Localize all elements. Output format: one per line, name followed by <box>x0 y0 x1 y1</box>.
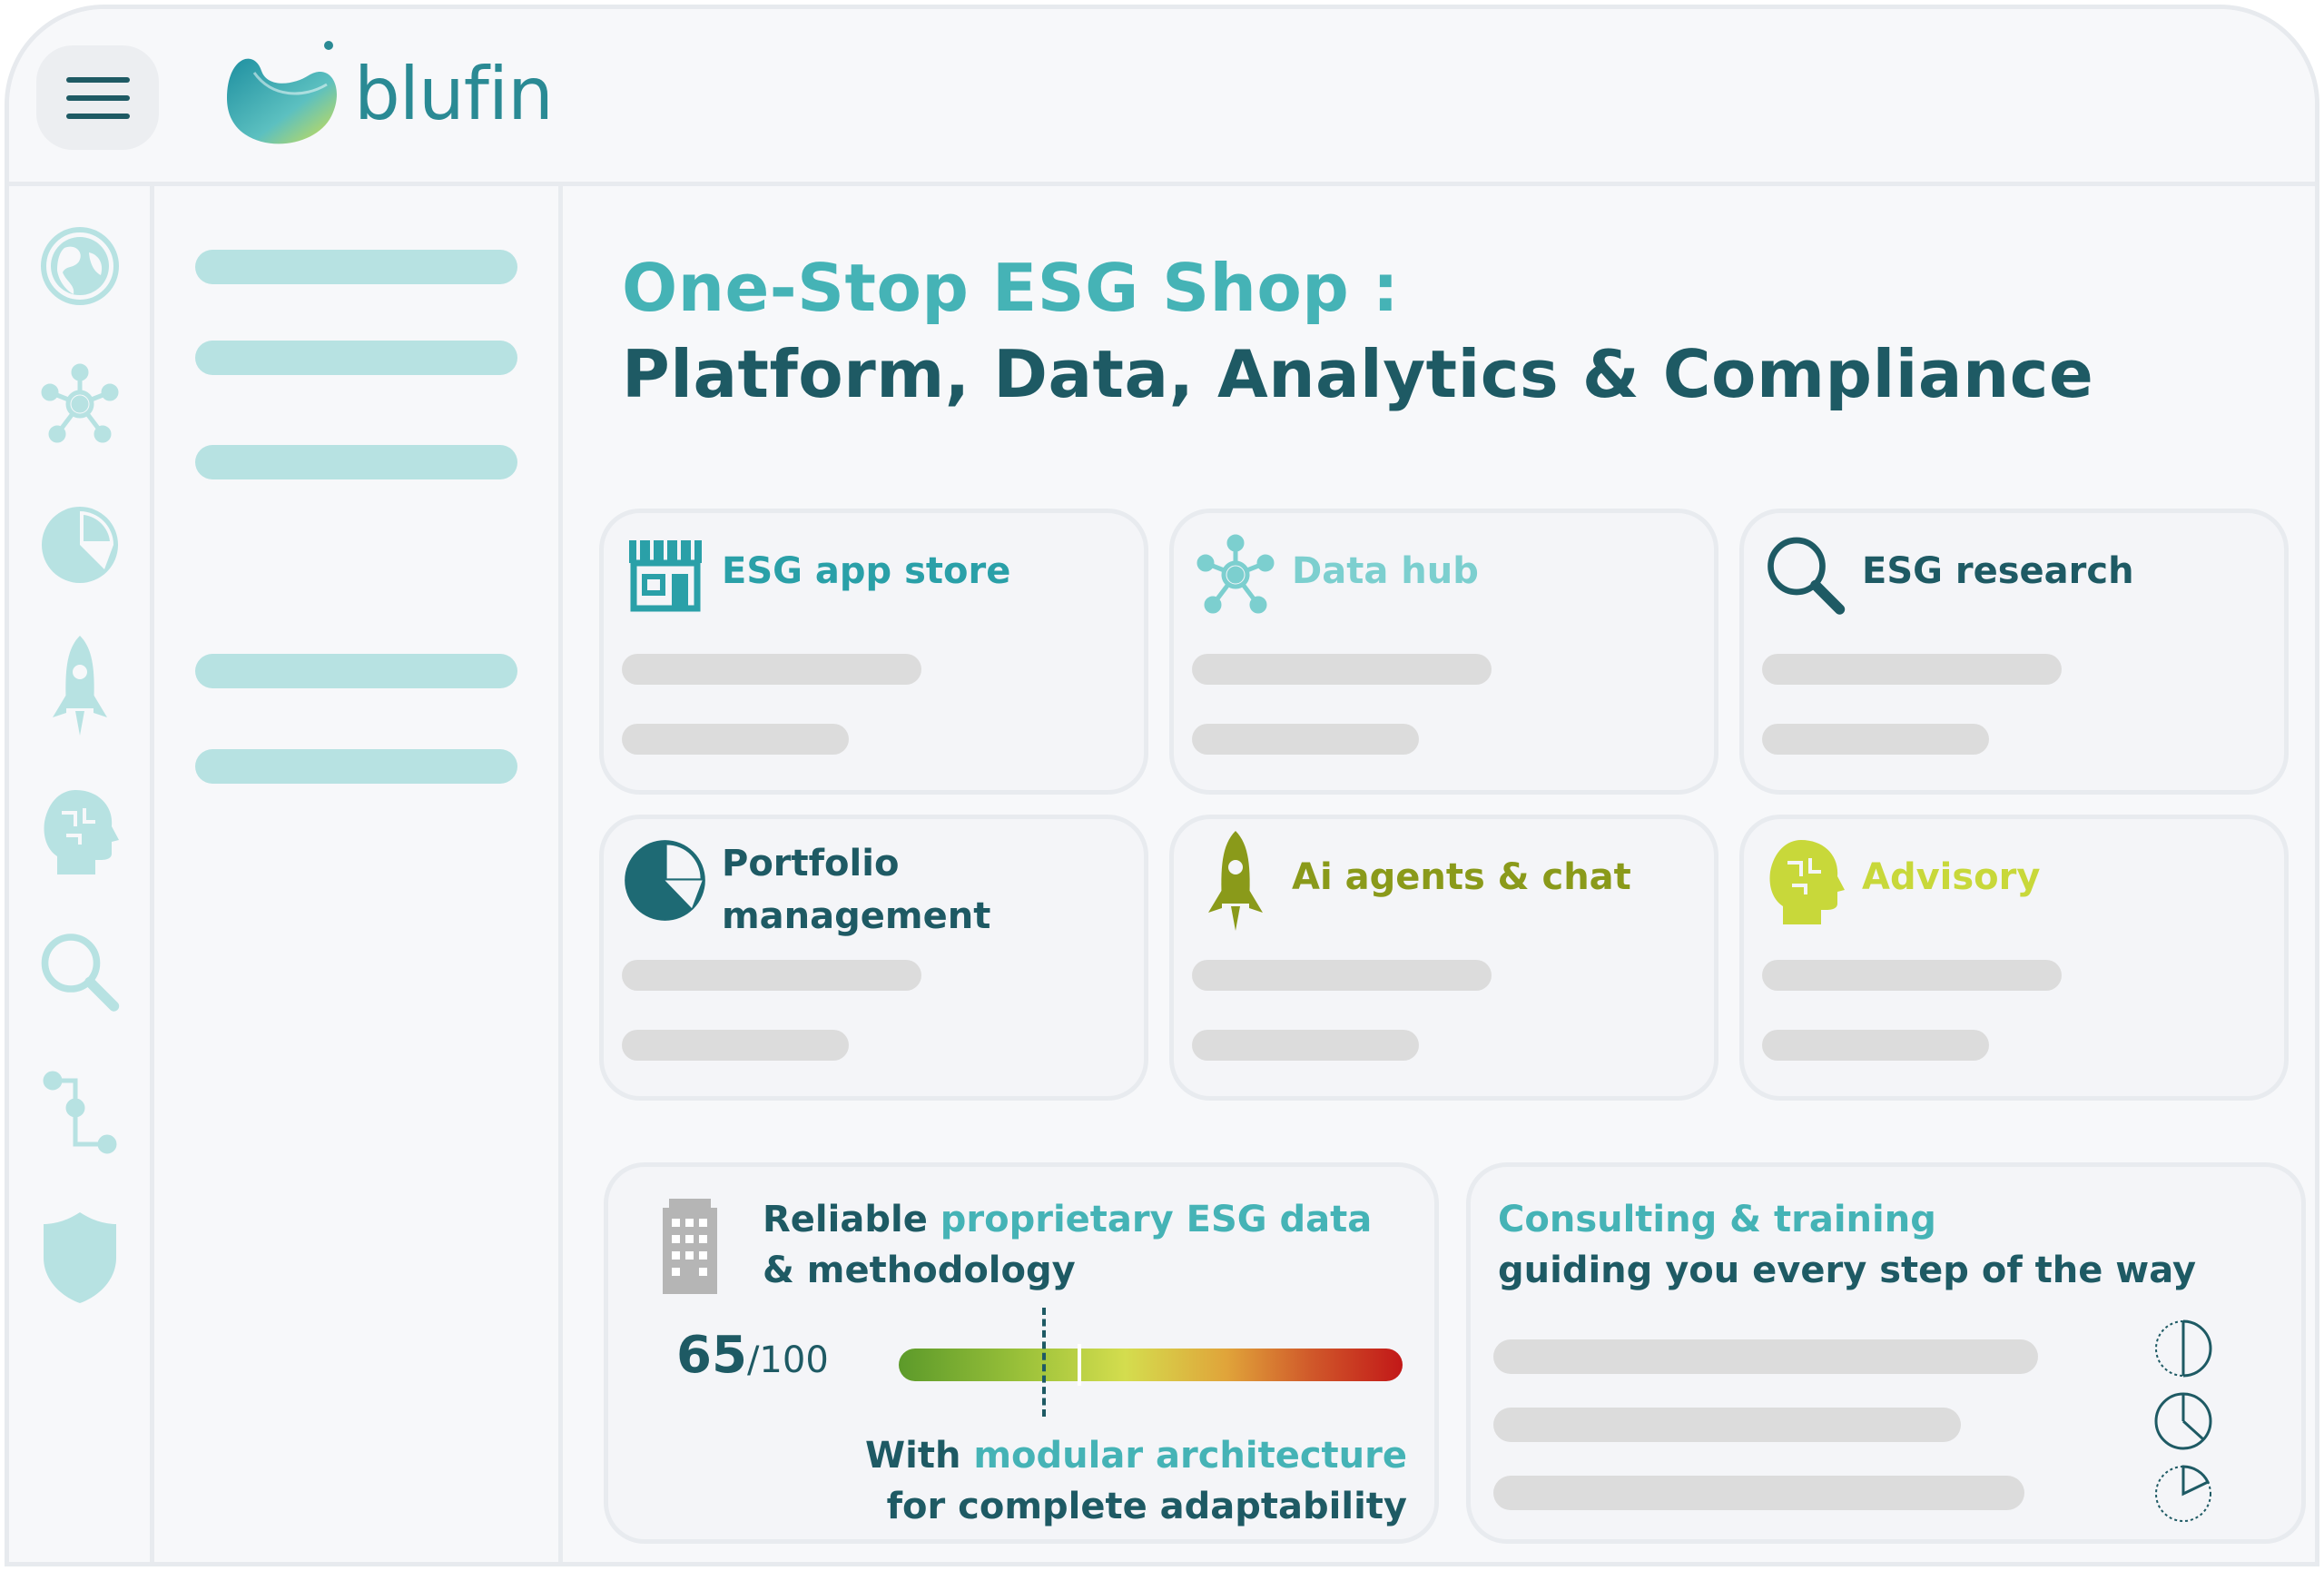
card-title: Advisory <box>1862 856 2041 898</box>
hamburger-icon-line <box>65 113 130 119</box>
placeholder-line <box>1192 960 1492 991</box>
placeholder-line <box>1762 724 1989 755</box>
card-ai-agents-chat[interactable]: Ai agents & chat <box>1169 815 1718 1101</box>
placeholder-line <box>622 654 921 685</box>
brain-head-icon <box>1762 837 1848 924</box>
logo[interactable]: blufin <box>218 35 554 153</box>
panel-title-line2: & methodology <box>763 1250 1076 1291</box>
quarter-timer-icon <box>2152 1389 2215 1457</box>
panel-title-part2: proprietary ESG data <box>940 1199 1373 1240</box>
page-title-line2: Platform, Data, Analytics & Compliance <box>622 336 2094 412</box>
card-data-hub[interactable]: Data hub <box>1169 509 1718 795</box>
sidebar-item-placeholder[interactable] <box>195 341 517 375</box>
half-timer-icon <box>2152 1317 2215 1384</box>
top-bar: blufin <box>9 9 2315 186</box>
search-icon[interactable] <box>36 926 123 1017</box>
card-title: ESG research <box>1862 550 2134 592</box>
flow-icon[interactable] <box>36 1067 123 1158</box>
card-title-line2: management <box>722 895 991 937</box>
placeholder-line <box>1192 654 1492 685</box>
footer-line2: for complete adaptability <box>886 1486 1407 1527</box>
card-title: Data hub <box>1292 550 1479 592</box>
sidebar-item-placeholder[interactable] <box>195 749 517 784</box>
sidebar-item-placeholder[interactable] <box>195 250 517 284</box>
footer-part2: modular architecture <box>973 1435 1407 1477</box>
placeholder-line <box>1762 960 2062 991</box>
hamburger-icon-line <box>65 94 130 101</box>
sidebar-menu <box>154 186 563 1562</box>
page-title-line1: One-Stop ESG Shop : <box>622 250 1400 326</box>
score-max: /100 <box>746 1339 829 1381</box>
card-title: Portfolio management <box>722 837 990 943</box>
card-esg-app-store[interactable]: ESG app store <box>599 509 1148 795</box>
score-tick <box>1078 1344 1081 1386</box>
icon-rail <box>9 186 154 1562</box>
store-icon <box>622 531 708 618</box>
hamburger-icon-line <box>65 76 130 83</box>
card-advisory[interactable]: Advisory <box>1739 815 2289 1101</box>
placeholder-line <box>1192 724 1419 755</box>
pie-chart-icon <box>622 837 708 924</box>
panel-title-line2: guiding you every step of the way <box>1498 1250 2197 1291</box>
main-content: One-Stop ESG Shop : Platform, Data, Anal… <box>563 186 2315 1562</box>
blufin-wave-logo-icon <box>227 41 337 144</box>
panel-title: Reliable proprietary ESG data & methodol… <box>763 1194 1372 1296</box>
hamburger-menu-button[interactable] <box>36 45 159 150</box>
card-esg-research[interactable]: ESG research <box>1739 509 2289 795</box>
eighth-timer-icon <box>2152 1462 2215 1529</box>
esg-score: 65/100 <box>676 1326 829 1385</box>
panel-footer: With modular architecture for complete a… <box>865 1430 1407 1532</box>
globe-icon[interactable] <box>36 221 123 311</box>
sidebar-item-placeholder[interactable] <box>195 445 517 479</box>
rocket-icon[interactable] <box>36 636 123 736</box>
footer-part1: With <box>864 1435 974 1477</box>
card-portfolio-management[interactable]: Portfolio management <box>599 815 1148 1101</box>
card-title: ESG app store <box>722 550 1011 592</box>
esg-data-panel[interactable]: Reliable proprietary ESG data & methodol… <box>604 1162 1439 1544</box>
card-title: Ai agents & chat <box>1292 856 1631 898</box>
score-gauge <box>899 1308 1403 1417</box>
placeholder-line <box>622 960 921 991</box>
panel-title-line1: Consulting & training <box>1498 1199 1936 1240</box>
placeholder-line <box>1762 654 2062 685</box>
panel-title: Consulting & training guiding you every … <box>1498 1194 2196 1296</box>
placeholder-line <box>1762 1030 1989 1061</box>
app-window: blufin One-Stop ESG Shop: Platform, Dat… <box>5 5 2319 1566</box>
shield-icon[interactable] <box>36 1212 123 1303</box>
pie-chart-icon[interactable] <box>36 499 123 590</box>
score-marker <box>1042 1308 1046 1417</box>
rocket-icon <box>1192 830 1278 931</box>
consulting-panel[interactable]: Consulting & training guiding you every … <box>1466 1162 2306 1544</box>
placeholder-line <box>1493 1339 2038 1374</box>
placeholder-line <box>1493 1408 1961 1442</box>
brand-name: blufin <box>354 51 554 136</box>
network-icon[interactable] <box>36 359 123 450</box>
panel-title-part1: Reliable <box>763 1199 940 1240</box>
building-icon <box>658 1199 722 1298</box>
placeholder-line <box>1493 1476 2024 1510</box>
card-title-line1: Portfolio <box>722 843 900 884</box>
placeholder-line <box>622 1030 849 1061</box>
search-icon <box>1762 531 1848 618</box>
sidebar-item-placeholder[interactable] <box>195 654 517 688</box>
placeholder-line <box>622 724 849 755</box>
placeholder-line <box>1192 1030 1419 1061</box>
score-value: 65 <box>676 1326 747 1385</box>
brain-head-icon[interactable] <box>36 786 123 876</box>
network-icon <box>1192 531 1278 618</box>
